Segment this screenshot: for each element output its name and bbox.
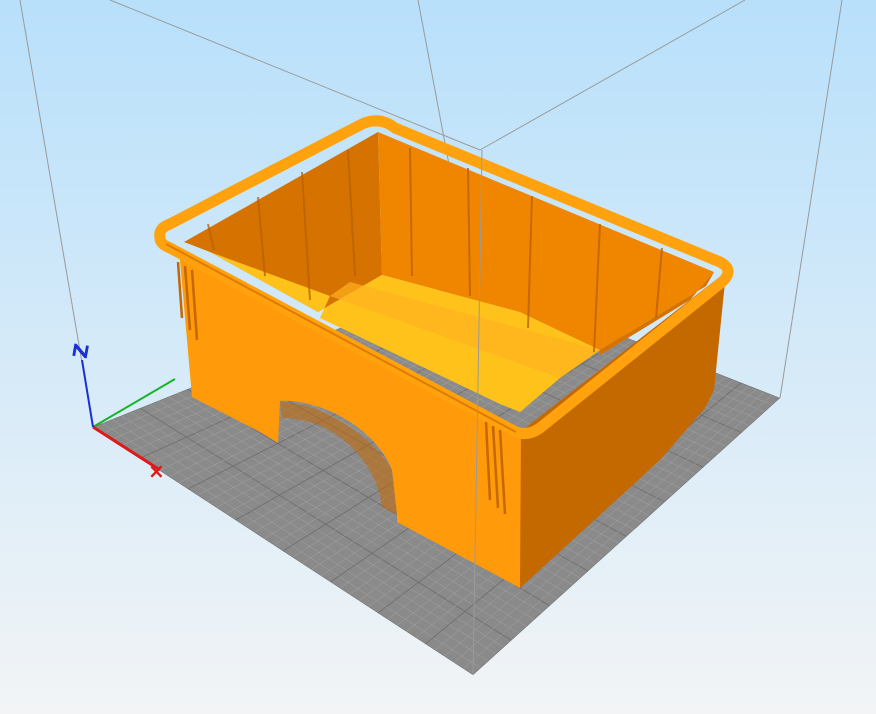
3d-viewport[interactable]: × Z (0, 0, 876, 714)
x-axis-label: × (148, 459, 165, 483)
scene-canvas[interactable]: × Z (0, 0, 876, 714)
